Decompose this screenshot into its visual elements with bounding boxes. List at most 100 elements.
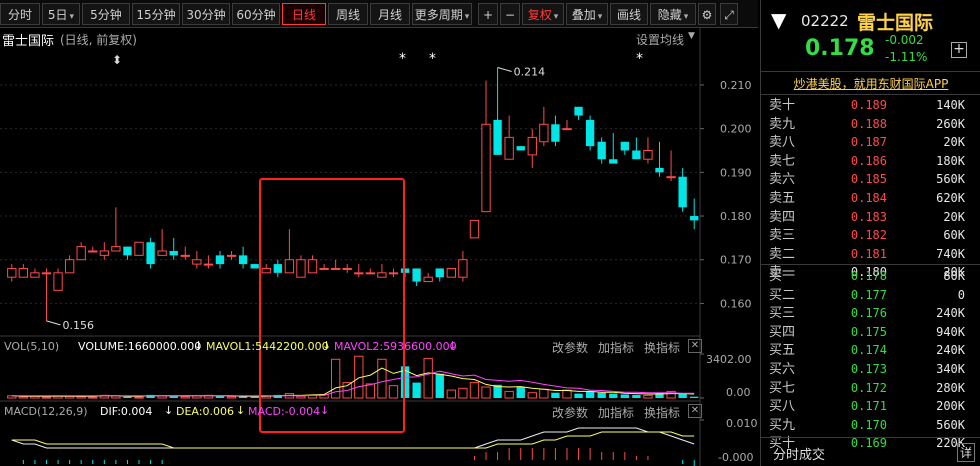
low-label: 0.156 <box>62 319 94 332</box>
level-price: 0.174 <box>850 343 887 358</box>
ask-level[interactable]: 卖五 0.184 620K <box>761 190 980 207</box>
level-price: 0.176 <box>850 306 887 321</box>
volume-bar <box>76 396 86 399</box>
ask-level[interactable]: 卖十 0.189 140K <box>761 97 980 114</box>
stock-code: 02222 <box>801 12 849 30</box>
quote-header: ▼ 02222 雷士国际 0.178 -0.002 -1.11% + <box>761 0 980 72</box>
quote-panel: ▼ 02222 雷士国际 0.178 -0.002 -1.11% + 炒港美股，… <box>760 0 980 466</box>
toolbar-item-8[interactable]: 月线 <box>370 3 410 25</box>
level-price: 0.171 <box>850 399 887 414</box>
book-divider <box>761 264 980 265</box>
level-volume: 20K <box>943 209 965 224</box>
volume-bar <box>388 385 399 399</box>
toolbar-item-0[interactable]: 分时 <box>0 3 40 25</box>
bid-level[interactable]: 买三 0.176 240K <box>761 305 980 322</box>
level-volume: 20K <box>943 135 965 150</box>
level-price: 0.178 <box>850 269 887 283</box>
level-price: 0.183 <box>850 209 887 224</box>
macd-params-button[interactable]: 改参数 <box>552 404 588 421</box>
detail-button[interactable]: 详 <box>957 443 976 462</box>
vol-mavol1-value: MAVOL1:5442200.000 <box>206 340 329 353</box>
fullscreen-icon[interactable]: ⤢ <box>720 3 738 25</box>
candle-body <box>296 259 306 278</box>
toolbar-item-2[interactable]: 5分钟 <box>82 3 130 25</box>
candle-body <box>643 149 653 160</box>
settings-icon[interactable]: ⚙ <box>698 3 716 25</box>
panel-scroll-arrow-icon[interactable]: ▼ <box>771 8 786 32</box>
volume-bar <box>458 387 468 399</box>
bid-level[interactable]: 买八 0.171 200K <box>761 398 980 415</box>
level-volume: 280K <box>936 380 965 395</box>
ask-level[interactable]: 卖六 0.185 560K <box>761 171 980 188</box>
macd-add-indicator-button[interactable]: 加指标 <box>598 404 634 421</box>
candle-body <box>88 250 98 253</box>
volume-bar <box>585 391 595 398</box>
ask-level[interactable]: 卖九 0.188 260K <box>761 116 980 133</box>
panel-footer: 分时成交 详 <box>761 437 980 466</box>
ask-level[interactable]: 卖四 0.183 20K <box>761 209 980 226</box>
promo-link[interactable]: 炒港美股，就用东财国际APP <box>761 73 980 95</box>
ask-level[interactable]: 卖三 0.182 60K <box>761 227 980 244</box>
volume-bar <box>123 396 132 398</box>
ask-level[interactable]: 卖八 0.187 20K <box>761 134 980 151</box>
toolbar-item-5[interactable]: 60分钟 <box>232 3 280 25</box>
vol-params-button[interactable]: 改参数 <box>552 339 588 356</box>
time-sales-tab[interactable]: 分时成交 <box>773 444 825 463</box>
level-label: 买三 <box>769 306 796 322</box>
volume-bar <box>678 393 687 398</box>
macd-close-icon[interactable]: ✕ <box>688 404 702 418</box>
arrow-down-icon: ↓ <box>236 404 246 417</box>
add-watchlist-icon[interactable]: + <box>951 42 967 58</box>
toolbar-item-13[interactable]: 叠加 <box>566 3 608 25</box>
ask-level[interactable]: 卖七 0.186 180K <box>761 153 980 170</box>
macd-swap-indicator-button[interactable]: 换指标 <box>644 404 680 421</box>
toolbar-item-15[interactable]: 隐藏 <box>650 3 696 25</box>
toolbar-item-4[interactable]: 30分钟 <box>182 3 230 25</box>
level-volume: 620K <box>936 191 965 205</box>
price-tick-label: 0.200 <box>720 123 752 136</box>
candle-body <box>250 264 259 269</box>
bid-level[interactable]: 买五 0.174 240K <box>761 342 980 359</box>
toolbar-item-9[interactable]: 更多周期 <box>412 3 472 25</box>
chart-title: 雷士国际 <box>2 34 55 49</box>
toolbar-item-12[interactable]: 复权 <box>522 3 564 25</box>
kline-chart-area[interactable]: 0.210 0.200 0.190 0.180 0.170 0.160 0.214 0.156… <box>0 28 758 466</box>
kline-chart-svg[interactable]: 0.210 0.200 0.190 0.180 0.170 0.160 0.214 0.156… <box>0 28 758 466</box>
level-label: 买一 <box>769 269 796 284</box>
bid-level[interactable]: 买九 0.170 560K <box>761 417 980 434</box>
level-price: 0.173 <box>850 362 887 376</box>
ask-level[interactable]: 卖二 0.181 740K <box>761 246 980 263</box>
toolbar-item-10[interactable]: + <box>478 3 498 25</box>
level-label: 卖六 <box>769 172 796 188</box>
candle-body <box>516 146 525 151</box>
level-label: 卖二 <box>769 246 796 262</box>
bid-level[interactable]: 买二 0.177 0 <box>761 287 980 304</box>
toolbar-item-7[interactable]: 周线 <box>328 3 368 25</box>
vol-mavol2-value: MAVOL2:5936600.000 <box>334 340 457 353</box>
bid-level[interactable]: 买一 0.178 80K <box>761 268 980 285</box>
bid-level[interactable]: 买四 0.175 940K <box>761 324 980 341</box>
candle-body <box>111 246 121 252</box>
volume-bar <box>632 394 641 398</box>
volume-bar <box>226 396 237 399</box>
candle-body <box>539 123 549 143</box>
bid-level[interactable]: 买七 0.172 280K <box>761 380 980 397</box>
volume-bar <box>250 396 259 398</box>
candle-body <box>41 272 52 275</box>
vol-close-icon[interactable]: ✕ <box>688 339 702 353</box>
chevron-down-icon[interactable]: ▼ <box>688 31 695 41</box>
toolbar-item-6[interactable]: 日线 <box>282 3 326 25</box>
vol-add-indicator-button[interactable]: 加指标 <box>598 339 634 356</box>
toolbar-item-1[interactable]: 5日 <box>42 3 80 25</box>
vol-swap-indicator-button[interactable]: 换指标 <box>644 339 680 356</box>
candle-body <box>597 141 606 160</box>
ma-settings-button[interactable]: 设置均线 <box>636 31 684 48</box>
bid-level[interactable]: 买六 0.173 340K <box>761 361 980 378</box>
volume-bar <box>296 395 306 399</box>
candle-body <box>655 167 664 173</box>
toolbar-item-14[interactable]: 画线 <box>610 3 648 25</box>
toolbar-item-3[interactable]: 15分钟 <box>132 3 180 25</box>
toolbar-item-11[interactable]: − <box>500 3 520 25</box>
candle-body <box>435 268 444 278</box>
candle-body <box>609 159 618 164</box>
